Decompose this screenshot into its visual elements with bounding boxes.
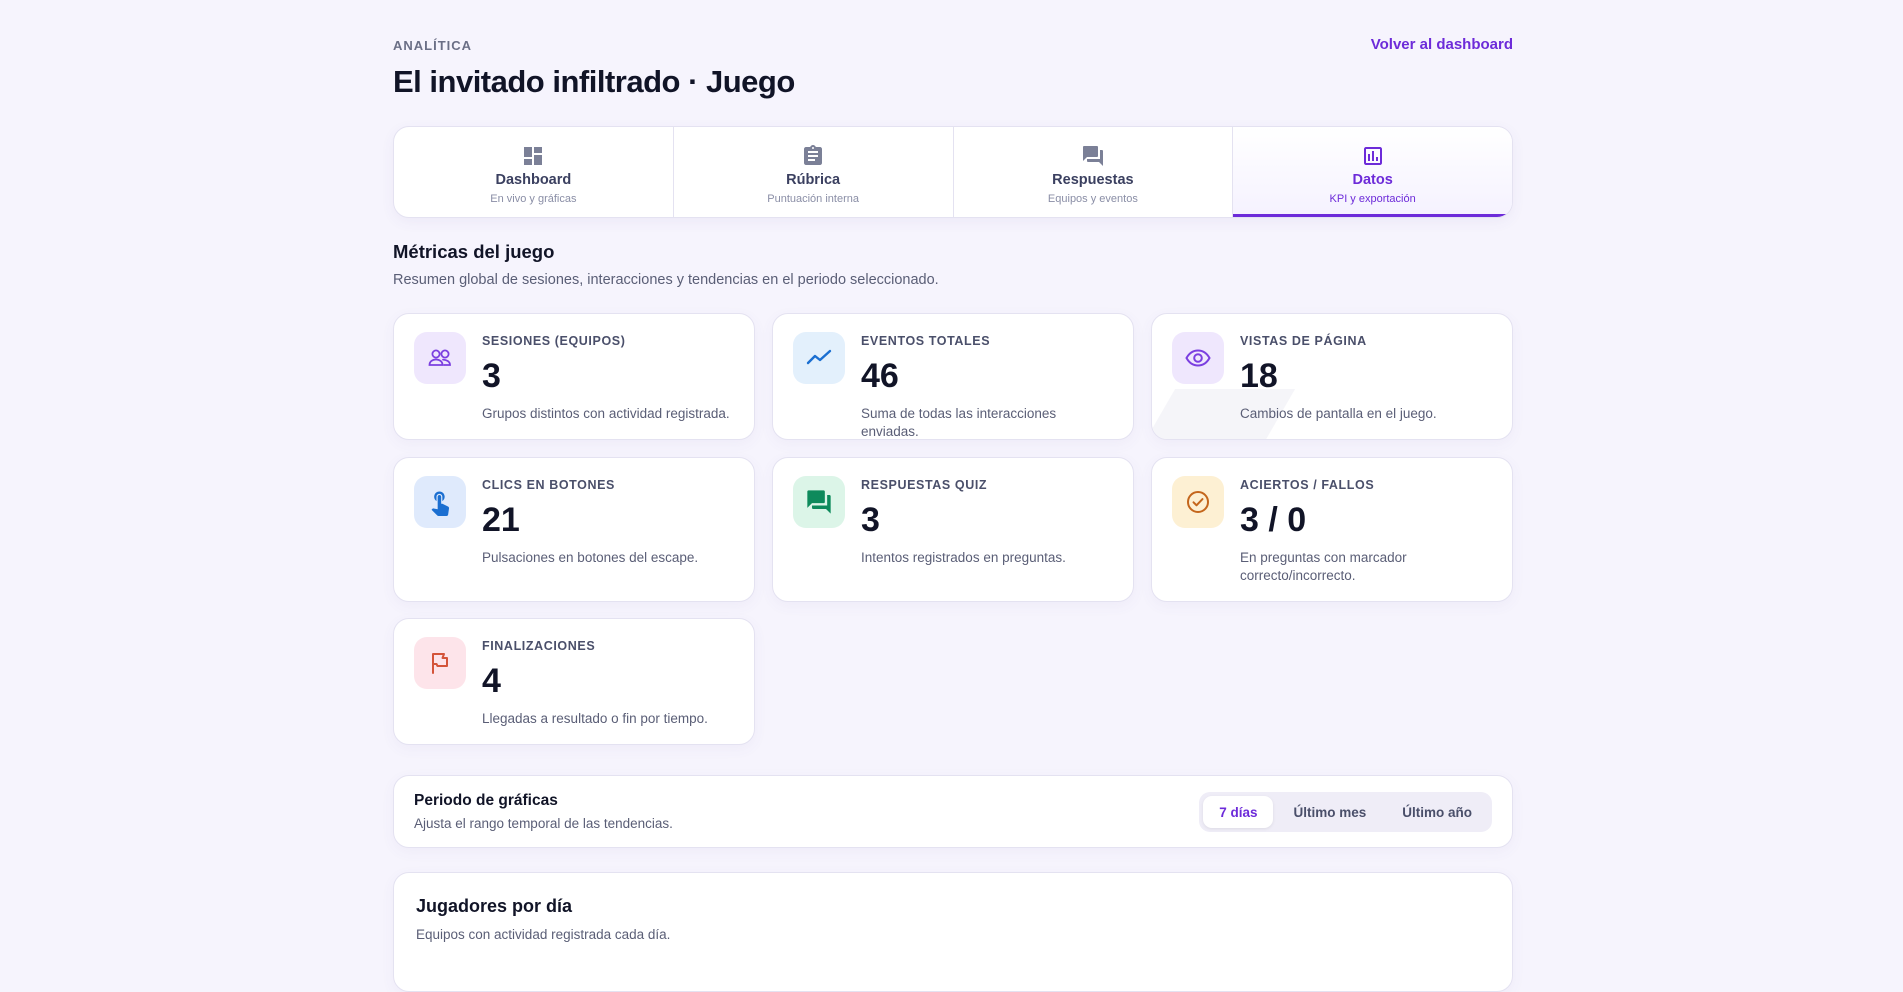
tab-label: Rúbrica (786, 171, 841, 188)
metric-label: ACIERTOS / FALLOS (1240, 478, 1375, 492)
tab-bar: Dashboard En vivo y gráficas Rúbrica Pun… (393, 126, 1513, 218)
metric-icon-box (414, 332, 466, 384)
period-option-last-month[interactable]: Último mes (1277, 796, 1382, 828)
metric-card-sessions: SESIONES (EQUIPOS) 3 Grupos distintos co… (393, 313, 755, 440)
tab-label: Dashboard (495, 171, 572, 188)
period-subtitle: Ajusta el rango temporal de las tendenci… (414, 816, 673, 831)
metric-icon-box (793, 332, 845, 384)
tab-sublabel: Equipos y eventos (1047, 192, 1138, 205)
metric-card-completions: FINALIZACIONES 4 Llegadas a resultado o … (393, 618, 755, 745)
metric-value: 3 (861, 501, 880, 539)
metric-label: CLICS EN BOTONES (482, 478, 615, 492)
tab-sublabel: En vivo y gráficas (490, 192, 577, 205)
metric-label: EVENTOS TOTALES (861, 334, 991, 348)
section-title: Métricas del juego (393, 241, 555, 262)
period-option-7-days[interactable]: 7 días (1203, 796, 1274, 828)
forum-icon (807, 490, 831, 514)
bar-chart-icon (1363, 146, 1382, 165)
metric-value: 3 (482, 357, 501, 395)
period-title: Periodo de gráficas (414, 792, 558, 809)
metric-card-clicks: CLICS EN BOTONES 21 Pulsaciones en boton… (393, 457, 755, 602)
back-to-dashboard-link[interactable]: Volver al dashboard (1371, 36, 1513, 53)
period-segmented-control: 7 días Último mes Último año (1199, 792, 1492, 832)
metric-icon-box (1172, 476, 1224, 528)
tab-label: Datos (1352, 171, 1393, 188)
chat-icon (1082, 145, 1103, 166)
metric-value: 3 / 0 (1240, 501, 1307, 539)
clipboard-icon (804, 144, 823, 165)
chart-title: Jugadores por día (416, 896, 573, 916)
metric-description: Intentos registrados en preguntas. (861, 550, 1066, 565)
metric-label: FINALIZACIONES (482, 639, 596, 653)
period-option-last-year[interactable]: Último año (1386, 796, 1488, 828)
chart-subtitle: Equipos con actividad registrada cada dí… (416, 927, 671, 942)
metric-card-hits-misses: ACIERTOS / FALLOS 3 / 0 En preguntas con… (1151, 457, 1513, 602)
tab-label: Respuestas (1052, 171, 1134, 188)
players-per-day-card: Jugadores por día Equipos con actividad … (393, 872, 1513, 992)
tab-sublabel: Puntuación interna (767, 192, 859, 205)
check-circle-icon (1187, 491, 1209, 513)
metric-description: Cambios de pantalla en el juego. (1240, 406, 1437, 421)
metric-description: Grupos distintos con actividad registrad… (482, 406, 730, 421)
metric-label: RESPUESTAS QUIZ (861, 478, 988, 492)
metric-card-pageviews: VISTAS DE PÁGINA 18 Cambios de pantalla … (1151, 313, 1513, 440)
tab-datos[interactable]: Datos KPI y exportación (1233, 127, 1512, 217)
touch-icon (431, 491, 450, 516)
metric-icon-box (793, 476, 845, 528)
metric-icon-box (1172, 332, 1224, 384)
page-eyebrow: ANALÍTICA (393, 38, 473, 53)
flag-icon (432, 653, 448, 674)
trend-line-icon (806, 349, 832, 365)
tab-sublabel: KPI y exportación (1329, 192, 1416, 205)
metric-label: VISTAS DE PÁGINA (1240, 334, 1367, 348)
metric-value: 46 (861, 357, 899, 395)
metric-label: SESIONES (EQUIPOS) (482, 334, 626, 348)
eye-icon (1185, 349, 1211, 367)
metric-card-events: EVENTOS TOTALES 46 Suma de todas las int… (772, 313, 1134, 440)
metric-card-quiz: RESPUESTAS QUIZ 3 Intentos registrados e… (772, 457, 1134, 602)
tab-respuestas[interactable]: Respuestas Equipos y eventos (954, 127, 1234, 217)
page-title: El invitado infiltrado · Juego (393, 64, 795, 99)
dashboard-icon (524, 146, 543, 165)
tab-rubrica[interactable]: Rúbrica Puntuación interna (674, 127, 954, 217)
metric-description: Llegadas a resultado o fin por tiempo. (482, 711, 708, 726)
section-subtitle: Resumen global de sesiones, interaccione… (393, 272, 939, 288)
metric-description: Suma de todas las interacciones enviadas… (861, 406, 1057, 439)
metric-description: En preguntas con marcador correcto/incor… (1240, 550, 1407, 583)
tab-dashboard[interactable]: Dashboard En vivo y gráficas (394, 127, 674, 217)
metric-icon-box (414, 637, 466, 689)
metric-value: 21 (482, 501, 520, 539)
users-icon (428, 349, 451, 366)
metric-value: 18 (1240, 357, 1278, 395)
metric-icon-box (414, 476, 466, 528)
metric-value: 4 (482, 662, 501, 700)
chart-period-panel: Periodo de gráficas Ajusta el rango temp… (393, 775, 1513, 848)
metric-description: Pulsaciones en botones del escape. (482, 550, 699, 565)
